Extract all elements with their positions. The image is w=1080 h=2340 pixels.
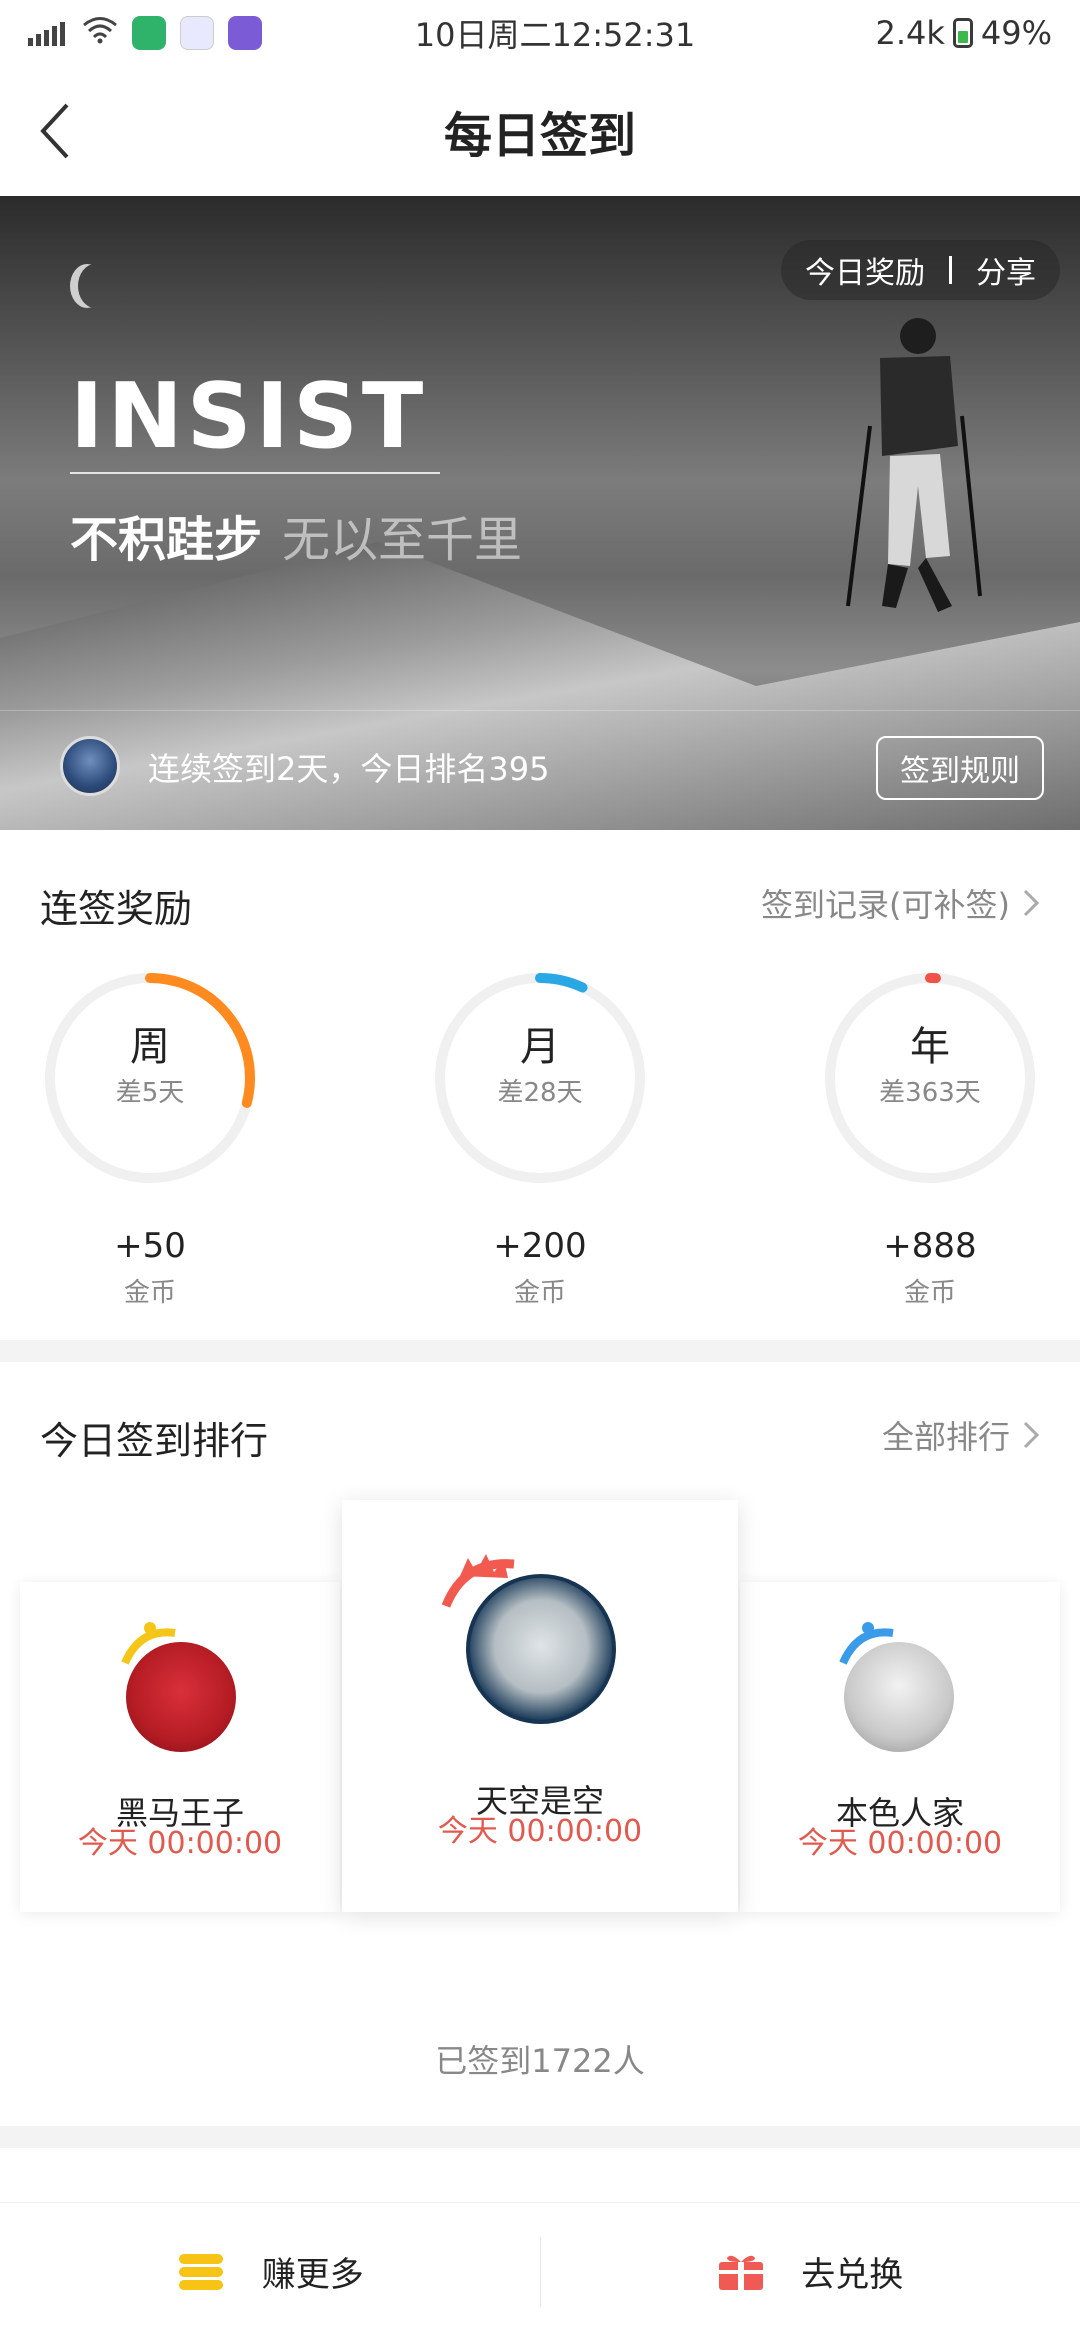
reward-period: 月 [520, 1024, 560, 1070]
all-ranking-link[interactable]: 全部排行 [882, 1412, 1040, 1458]
umbrella-app-icon [132, 16, 166, 50]
chevron-right-icon [1023, 889, 1040, 917]
back-button[interactable] [20, 96, 90, 166]
reward-unit: 金币 [513, 1278, 566, 1308]
rank-time: 今天 00:00:00 [797, 1826, 1003, 1861]
reward-period: 周 [130, 1024, 170, 1070]
coins-icon [178, 2253, 223, 2290]
all-ranking-label: 全部排行 [881, 1418, 1010, 1456]
exchange-button[interactable]: 去兑换 [541, 2203, 1080, 2340]
rules-button[interactable]: 签到规则 [876, 736, 1044, 800]
status-datetime: 10日周二12:52:31 [414, 16, 696, 54]
banner-divider [0, 710, 1080, 711]
reward-unit: 金币 [903, 1278, 956, 1308]
exchange-label: 去兑换 [801, 2255, 904, 2295]
reward-period: 年 [910, 1024, 950, 1070]
streak-status: 连续签到2天，今日排名395 [148, 750, 550, 788]
network-speed: 2.4k [875, 14, 945, 52]
avatar[interactable] [60, 736, 120, 796]
reward-value: +50 [114, 1226, 186, 1266]
chevron-left-icon [40, 103, 69, 159]
slogan-strong: 不积跬步 [70, 512, 263, 568]
section-separator [0, 2126, 1080, 2148]
status-bar: 10日周二12:52:31 2.4k 49% [0, 0, 1080, 66]
reward-ring: 月差28天 [430, 968, 650, 1188]
reward-value: +888 [883, 1226, 977, 1266]
reward-remaining: 差5天 [115, 1078, 185, 1108]
avatar [844, 1642, 954, 1752]
rank-card-third[interactable]: 本色人家 今天 00:00:00 [740, 1582, 1060, 1912]
section-separator [0, 1340, 1080, 1362]
reward-unit: 金币 [123, 1278, 176, 1308]
earn-more-label: 赚更多 [261, 2255, 364, 2295]
reward-value: +200 [493, 1226, 587, 1266]
share-link[interactable]: 分享 [976, 248, 1036, 292]
rank-card-first[interactable]: 天空是空 今天 00:00:00 [342, 1500, 738, 1912]
gift-icon [719, 2255, 764, 2290]
avatar [126, 1642, 236, 1752]
streak-rewards-title: 连签奖励 [40, 887, 193, 931]
battery-icon [952, 18, 973, 48]
cellular-signal-icon [28, 20, 68, 46]
moon-icon [78, 264, 112, 308]
chevron-right-icon [1023, 1421, 1040, 1449]
avatar [466, 1574, 616, 1724]
earn-more-button[interactable]: 赚更多 [0, 2203, 540, 2340]
banner: 今日奖励 分享 INSIST 不积跬步 无以至千里 连续签到2天，今日排名395 … [0, 196, 1080, 830]
slogan-light: 无以至千里 [282, 512, 523, 568]
banner-actions: 今日奖励 分享 [781, 240, 1060, 300]
banner-slogan: 不积跬步 无以至千里 [70, 500, 522, 570]
rank-time: 今天 00:00:00 [437, 1814, 643, 1849]
hiker-illustration [846, 318, 982, 612]
bottom-action-bar: 赚更多 去兑换 [0, 2202, 1080, 2340]
ranking-title: 今日签到排行 [40, 1419, 269, 1463]
camera-app-icon [228, 16, 262, 50]
page-title: 每日签到 [443, 108, 636, 164]
sign-record-link[interactable]: 签到记录(可补签) [761, 880, 1040, 926]
signed-count: 已签到1722人 [435, 2042, 645, 2080]
headline-underline [70, 472, 440, 474]
news-app-icon [180, 16, 214, 50]
reward-remaining: 差28天 [497, 1078, 583, 1108]
reward-ring: 年差363天 [820, 968, 1040, 1188]
actions-divider [949, 256, 952, 284]
wifi-icon [82, 14, 118, 52]
sign-record-label: 签到记录(可补签) [761, 886, 1010, 924]
reward-remaining: 差363天 [879, 1078, 981, 1108]
rank-card-second[interactable]: 黑马王子 今天 00:00:00 [20, 1582, 340, 1912]
reward-ring: 周差5天 [40, 968, 260, 1188]
battery-percent: 49% [980, 14, 1052, 52]
today-reward-link[interactable]: 今日奖励 [805, 248, 925, 292]
banner-headline: INSIST [70, 364, 428, 469]
rank-time: 今天 00:00:00 [77, 1826, 283, 1861]
app-header: 每日签到 [0, 66, 1080, 196]
